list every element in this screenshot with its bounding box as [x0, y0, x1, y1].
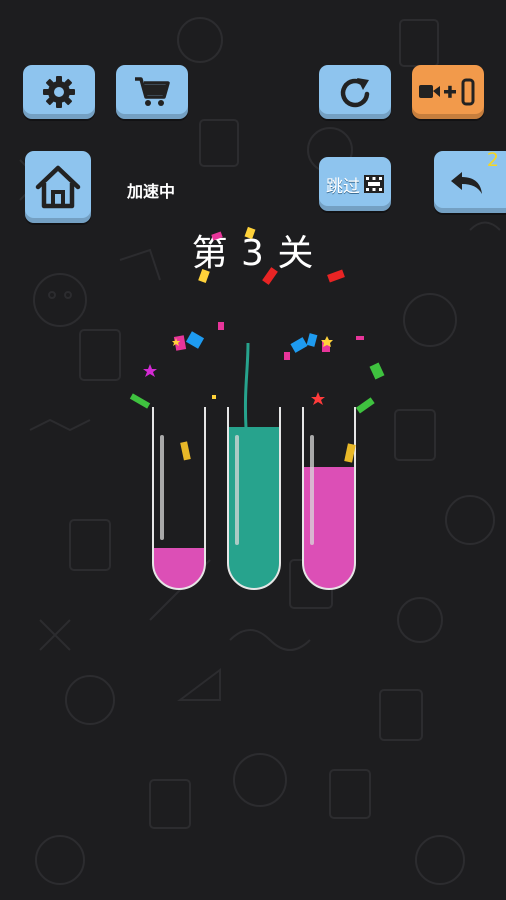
confetti-particles: [129, 226, 385, 463]
